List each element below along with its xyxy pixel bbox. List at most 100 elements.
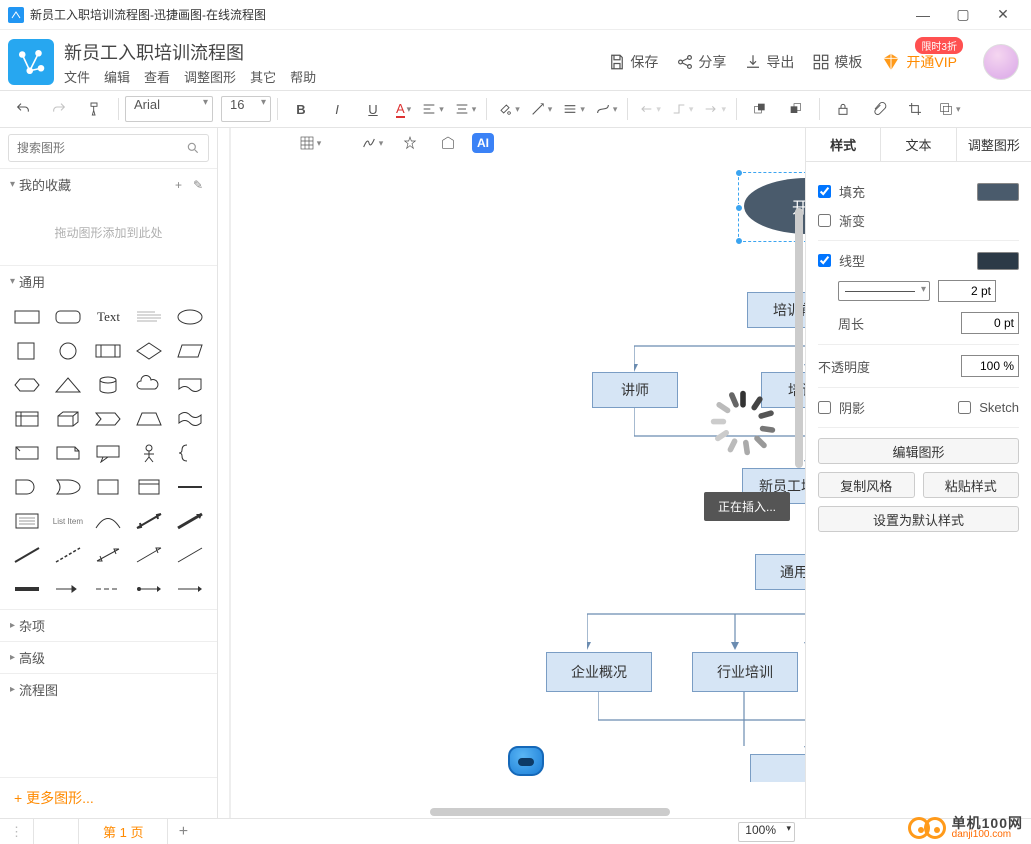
table-button[interactable]: ▾: [296, 129, 324, 157]
shape-rect[interactable]: [10, 303, 45, 331]
italic-button[interactable]: I: [320, 95, 354, 123]
shape-diamond[interactable]: [132, 337, 167, 365]
shape-arrow-bi[interactable]: [132, 507, 167, 535]
section-misc[interactable]: ▸杂项: [0, 609, 217, 641]
export-button[interactable]: 导出: [744, 52, 794, 72]
shape-actor[interactable]: [132, 439, 167, 467]
shape-listitem[interactable]: List Item: [51, 507, 86, 535]
shape-trapezoid[interactable]: [132, 405, 167, 433]
section-flowchart[interactable]: ▸流程图: [0, 673, 217, 705]
line-width-input[interactable]: [938, 280, 996, 302]
edit-fav-icon[interactable]: ✎: [193, 178, 207, 192]
shape-triangle[interactable]: [51, 371, 86, 399]
arrow-end-button[interactable]: ▾: [699, 95, 730, 123]
shape-line-a1[interactable]: [51, 575, 86, 603]
shape-brace[interactable]: [172, 439, 207, 467]
shadow-checkbox[interactable]: [818, 401, 831, 414]
section-favorites[interactable]: ▾我的收藏 + ✎: [0, 168, 217, 200]
canvas-scrollbar-h[interactable]: [430, 808, 670, 816]
section-advanced[interactable]: ▸高级: [0, 641, 217, 673]
window-close-button[interactable]: ✕: [983, 6, 1023, 23]
window-minimize-button[interactable]: —: [903, 7, 943, 23]
save-button[interactable]: 保存: [608, 52, 658, 72]
align-v-button[interactable]: ▾: [450, 95, 481, 123]
menu-view[interactable]: 查看: [144, 67, 170, 86]
font-color-button[interactable]: A▾: [392, 95, 415, 123]
line-style-select[interactable]: [838, 281, 930, 301]
format-painter-button[interactable]: [78, 95, 112, 123]
copy-style-button[interactable]: 复制风格: [818, 472, 915, 498]
set-default-button[interactable]: 设置为默认样式: [818, 506, 1019, 532]
zoom-select[interactable]: 100%: [738, 822, 795, 842]
node-overview[interactable]: 企业概况: [546, 652, 652, 692]
shape-hline[interactable]: [172, 473, 207, 501]
shape-line-thick[interactable]: [10, 575, 45, 603]
freehand-button[interactable]: ▾: [358, 129, 386, 157]
sb-handle[interactable]: ⋮: [0, 819, 34, 844]
canvas-area[interactable]: ▾ ▾ AI 开始: [218, 128, 805, 818]
shape-hexagon[interactable]: [10, 371, 45, 399]
shape-arrow-bi2[interactable]: [91, 541, 126, 569]
star-button[interactable]: [396, 129, 424, 157]
undo-button[interactable]: [6, 95, 40, 123]
shape-internal[interactable]: [10, 405, 45, 433]
shape-line-d1[interactable]: [91, 575, 126, 603]
shape-insert-button[interactable]: [434, 129, 462, 157]
shape-line-dashed[interactable]: [51, 541, 86, 569]
bold-button[interactable]: B: [284, 95, 318, 123]
fill-checkbox[interactable]: [818, 185, 831, 198]
shape-process[interactable]: [91, 337, 126, 365]
window-maximize-button[interactable]: ▢: [943, 6, 983, 23]
align-h-button[interactable]: ▾: [417, 95, 448, 123]
shape-line-a2[interactable]: [132, 575, 167, 603]
crop-button[interactable]: [898, 95, 932, 123]
line-color-button[interactable]: ▾: [526, 95, 557, 123]
shape-note[interactable]: [51, 439, 86, 467]
add-fav-icon[interactable]: +: [175, 178, 189, 192]
shape-roundrect[interactable]: [51, 303, 86, 331]
tab-text[interactable]: 文本: [881, 128, 956, 161]
shape-curve[interactable]: [91, 507, 126, 535]
edit-shape-button[interactable]: 编辑图形: [818, 438, 1019, 464]
menu-adjust[interactable]: 调整图形: [184, 67, 236, 86]
node-industry[interactable]: 行业培训: [692, 652, 798, 692]
shape-cylinder[interactable]: [91, 371, 126, 399]
shape-text[interactable]: Text: [91, 303, 126, 331]
shape-card[interactable]: [10, 439, 45, 467]
add-page-button[interactable]: +: [168, 823, 198, 841]
line-swatch[interactable]: [977, 252, 1019, 270]
underline-button[interactable]: U: [356, 95, 390, 123]
page-tab-1[interactable]: 第 1 页: [78, 819, 168, 844]
section-general[interactable]: ▾通用: [0, 265, 217, 297]
line-checkbox[interactable]: [818, 254, 831, 267]
to-back-button[interactable]: [779, 95, 813, 123]
shape-arrow[interactable]: [132, 541, 167, 569]
attach-button[interactable]: [862, 95, 896, 123]
paste-style-button[interactable]: 粘贴样式: [923, 472, 1020, 498]
vip-button[interactable]: 开通VIP 限时3折: [880, 51, 957, 73]
shape-search[interactable]: [8, 134, 209, 162]
gradient-checkbox[interactable]: [818, 214, 831, 227]
sketch-checkbox[interactable]: [958, 401, 971, 414]
node-last[interactable]: [750, 754, 805, 782]
share-button[interactable]: 分享: [676, 52, 726, 72]
shape-connector[interactable]: [172, 541, 207, 569]
shape-heading[interactable]: [132, 303, 167, 331]
line-style-button[interactable]: ▾: [558, 95, 589, 123]
node-common[interactable]: 通用培训: [755, 554, 805, 590]
tab-adjust[interactable]: 调整图形: [957, 128, 1031, 161]
shape-circle[interactable]: [51, 337, 86, 365]
connector-type-button[interactable]: ▾: [667, 95, 698, 123]
shape-or[interactable]: [51, 473, 86, 501]
shape-list[interactable]: [10, 507, 45, 535]
user-avatar[interactable]: [983, 44, 1019, 80]
shape-tape[interactable]: [172, 405, 207, 433]
perimeter-input[interactable]: [961, 312, 1019, 334]
shape-parallelogram[interactable]: [172, 337, 207, 365]
more-shapes-button[interactable]: + 更多图形...: [0, 777, 217, 818]
menu-file[interactable]: 文件: [64, 67, 90, 86]
shape-square[interactable]: [10, 337, 45, 365]
shape-ellipse[interactable]: [172, 303, 207, 331]
favorites-dropzone[interactable]: 拖动图形添加到此处: [0, 200, 217, 265]
shape-cloud[interactable]: [132, 371, 167, 399]
